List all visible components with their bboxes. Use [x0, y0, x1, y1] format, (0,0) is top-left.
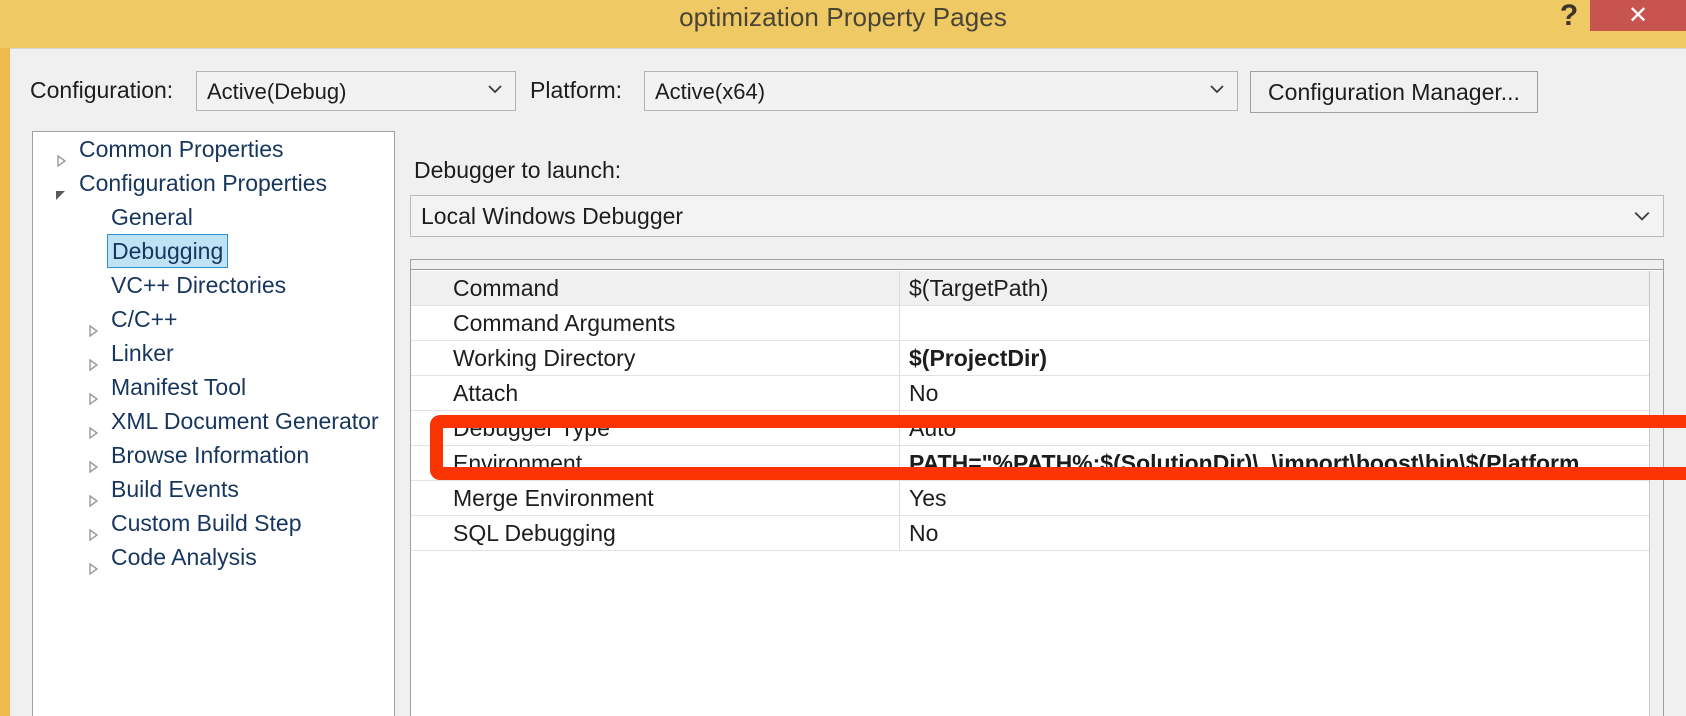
property-value[interactable]: PATH="%PATH%;$(SolutionDir)\..\import\bo…	[909, 450, 1663, 477]
property-grid-column-splitter[interactable]	[899, 481, 900, 516]
property-row[interactable]: Command $(TargetPath)	[411, 271, 1663, 306]
dialog-client-area: Configuration: Active(Debug) Platform: A…	[10, 48, 1686, 716]
tree-item-label: XML Document Generator	[111, 408, 379, 434]
chevron-down-icon	[1633, 207, 1651, 225]
chevron-expanded-icon[interactable]	[55, 177, 67, 200]
chevron-down-icon	[487, 81, 503, 97]
tree-item-label: Linker	[111, 340, 174, 366]
tree-item-general[interactable]: General	[33, 200, 394, 234]
chevron-collapsed-icon[interactable]	[55, 143, 67, 168]
property-name: Attach	[453, 380, 519, 406]
close-button[interactable]: ✕	[1590, 0, 1686, 31]
property-grid-column-splitter[interactable]	[899, 341, 900, 376]
property-grid-column-splitter[interactable]	[899, 411, 900, 446]
chevron-collapsed-icon[interactable]	[87, 483, 99, 508]
tree-item-vc-directories[interactable]: VC++ Directories	[33, 268, 394, 302]
tree-item-linker[interactable]: Linker	[33, 336, 394, 372]
tree-item-browse-information[interactable]: Browse Information	[33, 438, 394, 474]
debugger-to-launch-label: Debugger to launch:	[414, 157, 622, 183]
chevron-collapsed-icon[interactable]	[87, 381, 99, 406]
tree-item-code-analysis[interactable]: Code Analysis	[33, 540, 394, 576]
tree-item-label: C/C++	[111, 306, 178, 332]
tree-item-label: VC++ Directories	[111, 272, 287, 298]
tree-item-label: Common Properties	[79, 136, 284, 162]
property-grid-column-splitter[interactable]	[899, 446, 900, 481]
tree-item-custom-build-step[interactable]: Custom Build Step	[33, 506, 394, 542]
property-row[interactable]: SQL Debugging No	[411, 516, 1663, 551]
property-grid-rows: Command $(TargetPath) Command Arguments Wor…	[411, 271, 1663, 551]
property-name: Command Arguments	[453, 310, 676, 336]
property-name: Environment	[453, 450, 583, 476]
configuration-label: Configuration:	[30, 77, 174, 103]
platform-dropdown-value: Active(x64)	[655, 79, 766, 104]
property-row[interactable]: Environment PATH="%PATH%;$(SolutionDir)\.…	[411, 446, 1663, 481]
property-row[interactable]: Working Directory $(ProjectDir)	[411, 341, 1663, 376]
configuration-manager-button[interactable]: Configuration Manager...	[1250, 71, 1538, 113]
property-grid-top-strip	[411, 260, 1663, 270]
chevron-collapsed-icon[interactable]	[87, 313, 99, 338]
tree-item-xml-document-generator[interactable]: XML Document Generator	[33, 404, 394, 440]
property-grid-column-splitter[interactable]	[899, 306, 900, 341]
debugger-to-launch-dropdown[interactable]: Local Windows Debugger	[410, 195, 1664, 237]
property-tree-panel[interactable]: Common Properties Configuration Propertie…	[32, 131, 395, 716]
property-grid-column-splitter[interactable]	[899, 376, 900, 411]
property-grid-scrollbar[interactable]	[1649, 271, 1663, 716]
chevron-collapsed-icon[interactable]	[87, 517, 99, 542]
tree-item-label: Configuration Properties	[79, 170, 328, 196]
property-grid[interactable]: Command $(TargetPath) Command Arguments Wor…	[410, 259, 1664, 716]
tree-item-label: Debugging	[107, 234, 229, 268]
property-value[interactable]: Yes	[909, 485, 1663, 512]
title-bar: optimization Property Pages ? ✕	[0, 0, 1686, 48]
property-name: Working Directory	[453, 345, 636, 371]
property-value[interactable]: $(TargetPath)	[909, 275, 1663, 302]
tree-item-label: Custom Build Step	[111, 510, 302, 536]
property-value[interactable]: Auto	[909, 415, 1663, 442]
configuration-dropdown-value: Active(Debug)	[207, 79, 347, 104]
chevron-collapsed-icon[interactable]	[87, 551, 99, 576]
property-row[interactable]: Command Arguments	[411, 306, 1663, 341]
property-value[interactable]: No	[909, 380, 1663, 407]
property-name: Debugger Type	[453, 415, 610, 441]
configuration-dropdown[interactable]: Active(Debug)	[196, 71, 516, 111]
tree-item-manifest-tool[interactable]: Manifest Tool	[33, 370, 394, 406]
debugger-to-launch-value: Local Windows Debugger	[421, 203, 684, 229]
property-name: Merge Environment	[453, 485, 654, 511]
tree-item-build-events[interactable]: Build Events	[33, 472, 394, 508]
property-name: SQL Debugging	[453, 520, 616, 546]
property-row[interactable]: Attach No	[411, 376, 1663, 411]
help-button[interactable]: ?	[1548, 0, 1590, 36]
right-pane: Debugger to launch: Local Windows Debugg…	[406, 131, 1664, 716]
tree-item-label: General	[111, 204, 193, 230]
tree-item-label: Browse Information	[111, 442, 310, 468]
tree-item-label: Build Events	[111, 476, 239, 502]
property-grid-column-splitter[interactable]	[899, 516, 900, 551]
configuration-bar: Configuration: Active(Debug) Platform: A…	[10, 49, 1686, 127]
tree-item-debugging[interactable]: Debugging	[33, 234, 394, 268]
property-row[interactable]: Merge Environment Yes	[411, 481, 1663, 516]
platform-label: Platform:	[530, 77, 623, 103]
tree-item-label: Code Analysis	[111, 544, 257, 570]
platform-dropdown[interactable]: Active(x64)	[644, 71, 1238, 111]
property-row[interactable]: Debugger Type Auto	[411, 411, 1663, 446]
chevron-collapsed-icon[interactable]	[87, 449, 99, 474]
property-name: Command	[453, 275, 560, 301]
tree-item-label: Manifest Tool	[111, 374, 247, 400]
chevron-collapsed-icon[interactable]	[87, 347, 99, 372]
property-value[interactable]: $(ProjectDir)	[909, 345, 1663, 372]
property-pages-window: optimization Property Pages ? ✕ Configur…	[0, 0, 1686, 716]
window-title: optimization Property Pages	[679, 2, 1007, 32]
tree-item-common-properties[interactable]: Common Properties	[33, 132, 394, 168]
property-grid-column-splitter[interactable]	[899, 271, 900, 306]
tree-item-configuration-properties[interactable]: Configuration Properties	[33, 166, 394, 200]
chevron-collapsed-icon[interactable]	[87, 415, 99, 440]
property-value[interactable]: No	[909, 520, 1663, 547]
tree-item-c-c[interactable]: C/C++	[33, 302, 394, 338]
chevron-down-icon	[1209, 81, 1225, 97]
